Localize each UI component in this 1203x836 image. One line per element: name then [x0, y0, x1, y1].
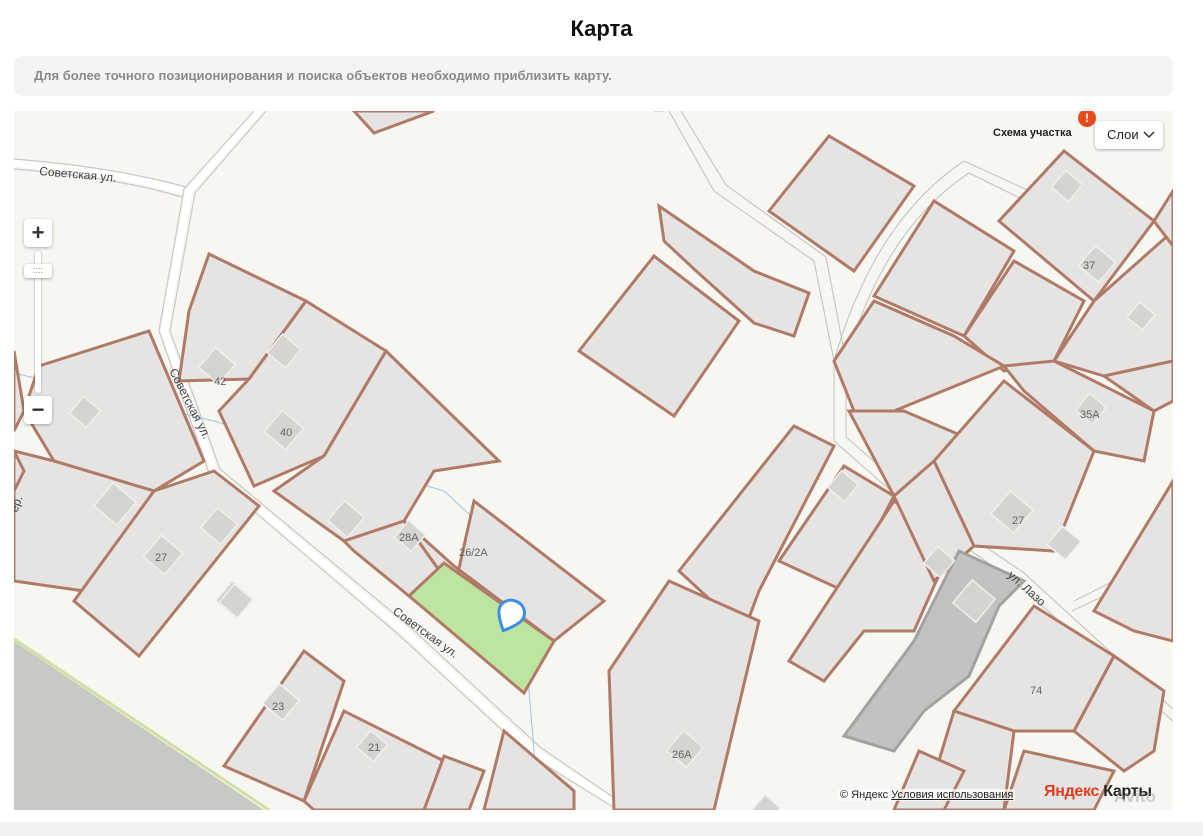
zoom-out-button[interactable]: − — [24, 396, 52, 424]
parcel-label: 26/2А — [459, 547, 488, 559]
parcel-label: 23 — [272, 701, 284, 713]
parcel-label: 27 — [1012, 515, 1024, 527]
parcel-label: 40 — [280, 427, 292, 439]
map-attribution: © Яндекс Условия использования — [838, 789, 1016, 801]
chevron-down-icon — [1143, 131, 1155, 139]
parcel-scheme-toggle[interactable]: Схема участка — [993, 127, 1072, 139]
map-canvas[interactable]: 42 40 27 28А 26/2А 37 35А 27 74 23 21 26… — [14, 111, 1173, 810]
parcel-label: 21 — [368, 742, 380, 754]
layers-button[interactable]: Слои — [1095, 121, 1163, 149]
parcel-label: 37 — [1083, 260, 1095, 272]
zoom-slider-handle[interactable]: :::: — [24, 264, 52, 278]
field-area — [14, 641, 264, 810]
page-title: Карта — [570, 16, 633, 41]
parcel-label: 35А — [1080, 409, 1100, 421]
zoom-in-button[interactable]: + — [24, 219, 52, 247]
street-label: Советская ул. — [39, 164, 117, 185]
parcel-label: 74 — [1030, 685, 1042, 697]
layers-label: Слои — [1107, 127, 1139, 142]
parcel-label: 42 — [214, 376, 226, 388]
zoom-hint-banner: Для более точного позиционирования и пои… — [14, 56, 1173, 96]
parcel-label: 26А — [672, 749, 692, 761]
brand-logo-part: Яндекс — [1044, 783, 1100, 800]
page-footer-strip — [0, 822, 1203, 836]
map-view[interactable]: 42 40 27 28А 26/2А 37 35А 27 74 23 21 26… — [14, 111, 1173, 810]
terms-of-use-link[interactable]: Условия использования — [891, 789, 1013, 801]
avito-watermark: Avito — [1114, 787, 1156, 806]
parcel-label: 27 — [155, 552, 167, 564]
copyright-text: © Яндекс — [840, 789, 889, 801]
parcel-label: 28А — [399, 532, 419, 544]
